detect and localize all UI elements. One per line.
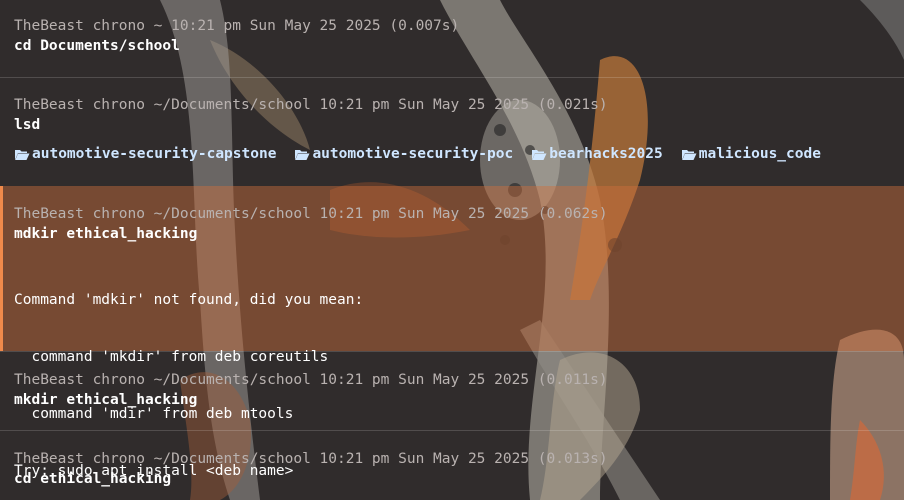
prompt-header: TheBeast chrono ~/Documents/school 10:21… [14, 206, 608, 222]
command-block[interactable]: TheBeast chrono ~/Documents/school 10:21… [0, 77, 904, 186]
folder-open-icon [681, 149, 697, 160]
prompt-header: TheBeast chrono ~/Documents/school 10:21… [14, 97, 608, 113]
prompt-header: TheBeast chrono ~/Documents/school 10:21… [14, 372, 608, 388]
directory-name: automotive-security-capstone [32, 146, 277, 162]
command-block[interactable]: TheBeast chrono ~ 10:21 pm Sun May 25 20… [0, 17, 904, 77]
directory-entry[interactable]: malicious_code [681, 144, 821, 164]
directory-entry[interactable]: automotive-security-capstone [14, 144, 276, 164]
command-block[interactable]: TheBeast chrono ~/Documents/school 10:21… [0, 430, 904, 500]
command-block[interactable]: TheBeast chrono ~/Documents/school 10:21… [0, 351, 904, 430]
folder-open-icon [295, 149, 310, 160]
folder-open-icon [532, 149, 547, 160]
command-text: lsd [14, 117, 41, 133]
directory-name: malicious_code [698, 146, 821, 162]
output-line: Command 'mdkir' not found, did you mean: [14, 292, 364, 308]
directory-listing: automotive-security-capstone automotive-… [14, 144, 904, 164]
directory-name: automotive-security-poc [312, 146, 514, 162]
directory-entry[interactable]: bearhacks2025 [531, 144, 663, 164]
command-text: mkdir ethical_hacking [14, 392, 198, 408]
prompt-header: TheBeast chrono ~ 10:21 pm Sun May 25 20… [14, 18, 460, 34]
prompt-header: TheBeast chrono ~/Documents/school 10:21… [14, 451, 608, 467]
directory-name: bearhacks2025 [549, 146, 663, 162]
command-text: cd Documents/school [14, 38, 180, 54]
directory-entry[interactable]: automotive-security-poc [294, 144, 513, 164]
command-text: mdkir ethical_hacking [14, 226, 198, 242]
folder-open-icon [15, 149, 30, 160]
terminal-window[interactable]: TheBeast chrono ~ 10:21 pm Sun May 25 20… [0, 0, 904, 500]
command-block-error[interactable]: TheBeast chrono ~/Documents/school 10:21… [0, 186, 904, 479]
command-text: cd ethical_hacking [14, 471, 172, 487]
